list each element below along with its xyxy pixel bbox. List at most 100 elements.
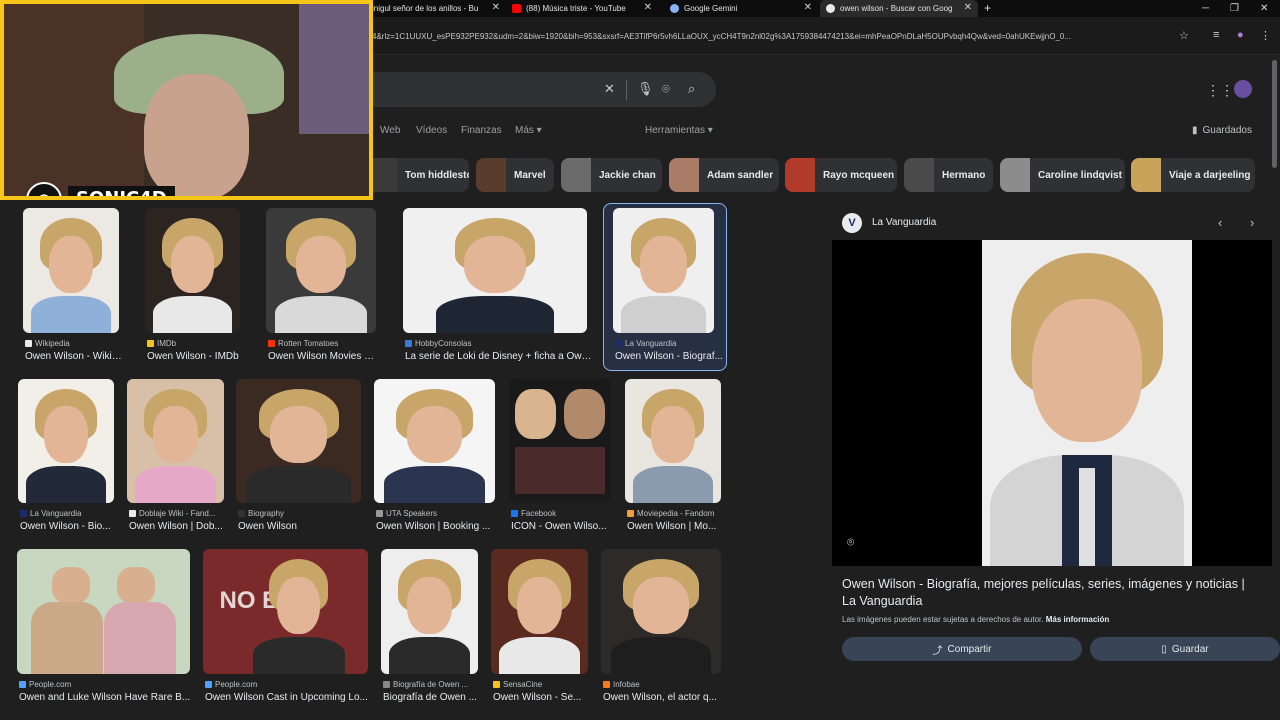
- share-button[interactable]: ⤴ Compartir: [842, 637, 1082, 661]
- profile-icon[interactable]: ●: [1237, 29, 1244, 41]
- result-image: [601, 549, 721, 674]
- preview-image-frame[interactable]: ⌾: [832, 240, 1272, 566]
- divider: [626, 80, 627, 100]
- result-source: Facebook: [511, 509, 556, 518]
- result-source: Biography: [238, 509, 284, 518]
- google-icon: [826, 4, 835, 13]
- result-caption: Biografía de Owen ...: [383, 692, 477, 703]
- result-caption: Owen Wilson - Bio...: [20, 521, 111, 532]
- source-name[interactable]: La Vanguardia: [872, 217, 936, 228]
- close-tab-icon[interactable]: ✕: [804, 2, 812, 13]
- chip-caroline-lindqvist[interactable]: Caroline lindqvist: [1000, 158, 1125, 192]
- result-image: [127, 379, 224, 503]
- menu-icon[interactable]: ⋮: [1260, 29, 1271, 42]
- result-caption: La serie de Loki de Disney + ficha a Owe…: [405, 351, 595, 362]
- preview-title[interactable]: Owen Wilson - Biografía, mejores películ…: [842, 576, 1262, 610]
- clear-search-icon[interactable]: ✕: [604, 81, 615, 97]
- scrollbar[interactable]: [1272, 60, 1277, 168]
- close-tab-icon[interactable]: ✕: [964, 2, 972, 13]
- avatar[interactable]: [1234, 80, 1252, 98]
- close-window-icon[interactable]: ✕: [1260, 0, 1268, 17]
- saved-button[interactable]: ▮ Guardados: [1192, 125, 1252, 136]
- tab-youtube[interactable]: (88) Música triste - YouTube ✕: [506, 0, 658, 17]
- new-tab-button[interactable]: +: [984, 0, 991, 17]
- chip-thumbnail: [476, 158, 506, 192]
- search-input[interactable]: ✕ 🎙 ⌾ ⌕: [360, 72, 716, 107]
- result-caption: Owen Wilson, el actor q...: [603, 692, 717, 703]
- result-source: IMDb: [147, 339, 176, 348]
- extensions-icon[interactable]: ≡: [1213, 29, 1219, 41]
- minimize-icon[interactable]: ─: [1202, 0, 1209, 17]
- nav-tab-finance[interactable]: Finanzas: [461, 125, 502, 136]
- result-source: Rotten Tomatoes: [268, 339, 338, 348]
- tab-lord-of-rings[interactable]: inigul señor de los anillos - Bu ✕: [366, 0, 506, 17]
- webcam-poster: [299, 4, 369, 134]
- chip-label: Rayo mcqueen: [823, 169, 895, 181]
- source-favicon: V: [842, 213, 862, 233]
- result-caption: Owen and Luke Wilson Have Rare B...: [19, 692, 191, 703]
- bookmark-icon: ▮: [1192, 125, 1198, 136]
- restore-icon[interactable]: ❐: [1230, 0, 1239, 17]
- result-image: NO E: [203, 549, 368, 674]
- chip-rayo-mcqueen[interactable]: Rayo mcqueen: [785, 158, 897, 192]
- result-image: [18, 379, 114, 503]
- result-source: La Vanguardia: [615, 339, 676, 348]
- chip-thumbnail: [1131, 158, 1161, 192]
- previous-icon[interactable]: ‹: [1218, 215, 1222, 230]
- chip-label: Jackie chan: [599, 169, 656, 181]
- chip-adam-sandler[interactable]: Adam sandler: [669, 158, 779, 192]
- result-caption: Owen Wilson - Wikipe...: [25, 351, 125, 362]
- image-preview-panel: V La Vanguardia ‹ › ⌾ Owen Wilson - Biog…: [832, 203, 1280, 720]
- nav-tab-more[interactable]: Más ▾: [515, 125, 542, 136]
- copyright-text: Las imágenes pueden estar sujetas a dere…: [842, 615, 1044, 624]
- tools-button[interactable]: Herramientas ▾: [645, 125, 713, 136]
- voice-search-icon[interactable]: 🎙: [637, 81, 654, 97]
- copyright-note: Las imágenes pueden estar sujetas a dere…: [842, 615, 1109, 624]
- chip-hermano[interactable]: Hermano: [904, 158, 993, 192]
- result-caption: Owen Wilson | Booking ...: [376, 521, 491, 532]
- chip-thumbnail: [785, 158, 815, 192]
- close-tab-icon[interactable]: ✕: [492, 2, 500, 13]
- search-icon[interactable]: ⌕: [688, 81, 695, 97]
- chip-thumbnail: [561, 158, 591, 192]
- result-source: Biografía de Owen ...: [383, 680, 468, 689]
- result-image: [381, 549, 478, 674]
- result-source: People.com: [205, 680, 257, 689]
- result-image: [374, 379, 495, 503]
- lens-search-icon[interactable]: ⌾: [847, 535, 854, 550]
- result-image: [509, 379, 611, 503]
- tab-gemini[interactable]: Google Gemini ✕: [664, 0, 818, 17]
- more-info-link[interactable]: Más información: [1046, 615, 1110, 624]
- chip-label: Caroline lindqvist: [1038, 169, 1122, 181]
- result-source: Moviepedia - Fandom: [627, 509, 714, 518]
- tab-label: Google Gemini: [684, 4, 738, 13]
- result-source: UTA Speakers: [376, 509, 437, 518]
- save-button[interactable]: ▯ Guardar: [1090, 637, 1280, 661]
- bookmark-star-icon[interactable]: ☆: [1179, 29, 1189, 42]
- chip-jackie-chan[interactable]: Jackie chan: [561, 158, 662, 192]
- chip-tom-hiddleston[interactable]: Tom hiddleston: [367, 158, 469, 192]
- chip-marvel[interactable]: Marvel: [476, 158, 554, 192]
- share-label: Compartir: [947, 643, 992, 655]
- lens-icon[interactable]: ⌾: [662, 81, 670, 97]
- result-caption: Owen Wilson - IMDb: [147, 351, 239, 362]
- save-label: Guardar: [1171, 643, 1209, 655]
- apps-grid-icon[interactable]: ⋮⋮: [1206, 82, 1234, 99]
- chip-label: Adam sandler: [707, 169, 774, 181]
- channel-name: SONIC4D: [68, 186, 175, 196]
- chip-label: Viaje a darjeeling: [1169, 169, 1251, 181]
- chip-thumbnail: [1000, 158, 1030, 192]
- result-caption: Owen Wilson: [238, 521, 297, 532]
- nav-tab-web[interactable]: Web: [380, 125, 400, 136]
- streamer-face: [144, 74, 249, 196]
- webcam-overlay: ⊘ SONIC4D: [0, 0, 373, 200]
- close-tab-icon[interactable]: ✕: [644, 2, 652, 13]
- next-icon[interactable]: ›: [1250, 215, 1254, 230]
- result-source: Doblaje Wiki - Fand...: [129, 509, 215, 518]
- chip-viaje-a-darjeeling[interactable]: Viaje a darjeeling: [1131, 158, 1255, 192]
- tab-label: inigul señor de los anillos - Bu: [372, 4, 479, 13]
- tab-google-search[interactable]: owen wilson - Buscar con Goog ✕: [820, 0, 978, 17]
- result-source: SensaCine: [493, 680, 542, 689]
- nav-tab-videos[interactable]: Vídeos: [416, 125, 447, 136]
- url-field[interactable]: 4&rlz=1C1UUXU_esPE932PE932&udm=2&biw=192…: [372, 32, 1172, 41]
